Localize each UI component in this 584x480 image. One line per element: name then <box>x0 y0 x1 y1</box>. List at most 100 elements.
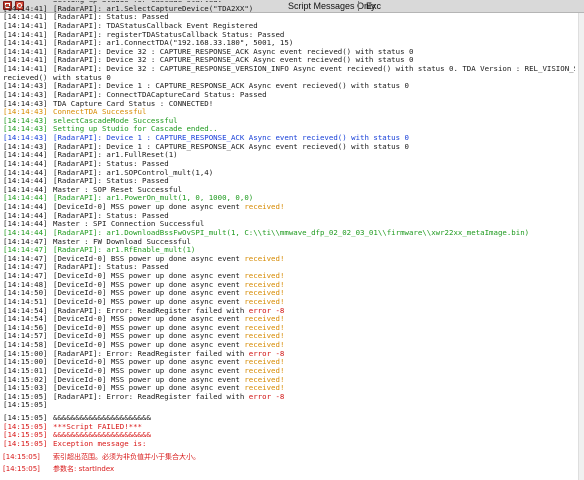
log-line: [14:15:05] 参数名: startIndex <box>3 465 575 474</box>
log-message-text: [RadarAPI]: Status: Passed <box>53 159 169 168</box>
log-message-text: Exception message is: <box>53 439 147 448</box>
log-message: [DeviceId-0] MSS power up done async eve… <box>53 203 284 212</box>
log-message-text: [RadarAPI]: ConnectTDACaptureCard Status… <box>53 90 267 99</box>
log-timestamp: [14:14:47] <box>3 254 48 263</box>
log-message: 索引超出范围。必须为非负值并小于集合大小。 <box>53 453 200 462</box>
log-timestamp: [14:14:50] <box>3 289 48 298</box>
log-timestamp: [14:14:41] <box>3 56 48 65</box>
received-status-text: received! <box>244 341 285 349</box>
log-message: ConnectTDA Successful <box>53 108 146 117</box>
log-message: [DeviceId-0] MSS power up done async eve… <box>53 376 284 385</box>
log-timestamp: [14:14:44] <box>3 151 48 160</box>
log-message-text: [DeviceId-0] BSS power up done async eve… <box>53 254 245 263</box>
received-status-text: received! <box>244 375 285 384</box>
log-line: [14:14:41] [RadarAPI]: Status: Passed <box>3 13 575 22</box>
log-message-text: [RadarAPI]: ar1.DownloadBssFwOvSPI_mult(… <box>53 228 530 237</box>
log-line: [14:15:05] Exception message is: <box>3 440 575 449</box>
log-message-text: [RadarAPI]: Status: Passed <box>53 263 169 272</box>
log-line: [14:15:03] [DeviceId-0] MSS power up done… <box>3 384 575 393</box>
log-line: [14:14:41] [RadarAPI]: Device 32 : CAPTUR… <box>3 65 575 74</box>
log-line: [14:14:41] [RadarAPI]: TDAStatusCallback … <box>3 22 575 31</box>
log-line: [14:15:05] ***Script FAILED!*** <box>3 423 575 432</box>
log-message-text: Master : FW Download Successful <box>53 237 191 246</box>
log-message: Exception message is: <box>53 440 146 449</box>
log-message-text: [DeviceId-0] MSS power up done async eve… <box>53 280 245 289</box>
log-message: [RadarAPI]: ar1.SOPControl_mult(1,4) <box>53 169 213 178</box>
log-timestamp: [14:15:05] <box>3 431 48 440</box>
log-message-text: ***Script FAILED!*** <box>53 422 142 431</box>
log-timestamp: [14:14:41] <box>3 30 48 39</box>
log-message-text: Setting up Studio for Cascade ended.. <box>53 125 218 134</box>
log-timestamp: [14:15:05] <box>3 439 48 448</box>
log-message: with status 0 <box>53 74 111 83</box>
log-message: TDA Capture Card Status : CONNECTED! <box>53 100 213 109</box>
vertical-scrollbar[interactable] <box>578 13 584 480</box>
log-timestamp: [14:14:41] <box>3 47 48 56</box>
log-message: [RadarAPI]: TDAStatusCallback Event Regi… <box>53 22 258 31</box>
log-timestamp: [14:14:58] <box>3 341 48 349</box>
log-line: [14:14:54] [RadarAPI]: Error: ReadRegiste… <box>3 307 575 316</box>
error-code-text: error -8 <box>248 392 285 401</box>
log-message: [DeviceId-0] BSS power up done async eve… <box>53 255 284 264</box>
log-message-text: [RadarAPI]: TDAStatusCallback Event Regi… <box>53 21 258 30</box>
log-timestamp: [14:14:41] <box>3 65 48 73</box>
log-message: Setting up Studio for Cascade ended.. <box>53 125 218 134</box>
log-timestamp: [14:14:43] <box>3 90 48 99</box>
log-message-text: with status 0 <box>53 73 111 82</box>
log-timestamp: [14:14:44] <box>3 203 48 211</box>
log-timestamp: [14:15:05] <box>3 414 48 422</box>
log-line: [14:14:47] [DeviceId-0] MSS power up done… <box>3 272 575 281</box>
log-timestamp: [14:15:03] <box>3 384 48 393</box>
log-message: [RadarAPI]: ConnectTDACaptureCard Status… <box>53 91 267 100</box>
log-timestamp: [14:14:44] <box>3 159 48 168</box>
log-timestamp: [14:14:41] <box>3 21 48 30</box>
log-message-text: [RadarAPI]: Status: Passed <box>53 13 169 22</box>
log-message-text: [RadarAPI]: ar1.SOPControl_mult(1,4) <box>53 168 214 177</box>
log-timestamp: [14:15:05] <box>3 422 48 431</box>
log-message: [RadarAPI]: Status: Passed <box>53 160 169 169</box>
log-message-text: [RadarAPI]: registerTDAStatusCallback St… <box>53 30 285 39</box>
log-message: [RadarAPI]: ar1.SelectCaptureDevice("TDA… <box>53 5 253 14</box>
log-line: [14:14:50] [DeviceId-0] MSS power up done… <box>3 289 575 298</box>
log-line: [14:15:01] [DeviceId-0] MSS power up done… <box>3 367 575 376</box>
log-timestamp: [14:14:47] <box>3 237 48 246</box>
log-message: [RadarAPI]: Status: Passed <box>53 177 169 186</box>
log-message-text: Setting up Studio for Cascade started. <box>53 1 222 4</box>
log-message: [DeviceId-0] MSS power up done async eve… <box>53 367 284 376</box>
log-timestamp: [14:14:56] <box>3 323 48 332</box>
received-status-text: received! <box>244 280 285 289</box>
log-message-text: [RadarAPI]: ar1.ConnectTDA("192.168.33.1… <box>53 39 294 48</box>
log-message-text: [RadarAPI]: Error: ReadRegister failed w… <box>53 349 249 358</box>
log-message: [RadarAPI]: Device 32 : CAPTURE_RESPONSE… <box>53 48 413 57</box>
log-line: [14:14:47] [DeviceId-0] BSS power up done… <box>3 255 575 264</box>
log-timestamp: [14:14:43] <box>3 134 48 142</box>
log-line: [14:14:41] [RadarAPI]: ar1.SelectCaptureD… <box>3 5 575 14</box>
log-message-text: [RadarAPI]: ar1.PowerOn_mult(1, 0, 1000,… <box>53 194 254 203</box>
log-message-text: [DeviceId-0] MSS power up done async eve… <box>53 341 245 349</box>
log-line: [14:14:43] Setting up Studio for Cascade … <box>3 125 575 134</box>
log-message-text: [RadarAPI]: Device 1 : CAPTURE_RESPONSE_… <box>53 82 409 91</box>
log-line: [14:14:41] [RadarAPI]: Device 32 : CAPTUR… <box>3 48 575 57</box>
log-line: [14:14:44] [RadarAPI]: ar1.SOPControl_mul… <box>3 169 575 178</box>
log-message: [DeviceId-0] MSS power up done async eve… <box>53 332 284 341</box>
log-message: [DeviceId-0] MSS power up done async eve… <box>53 298 284 307</box>
log-line: [14:14:44] Master : SPI Connection Succes… <box>3 220 575 229</box>
log-message-text: [DeviceId-0] MSS power up done async eve… <box>53 297 245 306</box>
log-message-text: 参数名: startIndex <box>53 465 115 474</box>
log-line: [14:14:41] [RadarAPI]: Device 32 : CAPTUR… <box>3 56 575 65</box>
log-timestamp: [14:14:57] <box>3 332 48 341</box>
log-message: selectCascadeMode Successful <box>53 117 178 126</box>
output-log[interactable]: Setting up Studio for Cascade started.[1… <box>3 1 575 478</box>
log-timestamp: [14:14:43] <box>3 108 48 117</box>
log-timestamp: [14:14:41] <box>3 13 48 22</box>
log-line: [14:15:05] <box>3 401 575 410</box>
log-message: [RadarAPI]: Status: Passed <box>53 263 169 272</box>
log-message-text: [DeviceId-0] MSS power up done async eve… <box>53 315 245 324</box>
received-status-text: received! <box>244 203 285 211</box>
log-message-text: [DeviceId-0] MSS power up done async eve… <box>53 366 245 375</box>
received-status-text: received! <box>244 315 285 324</box>
log-timestamp: [14:14:43] <box>3 99 48 108</box>
log-line: recieved() with status 0 <box>3 74 575 83</box>
log-line: [14:14:44] [RadarAPI]: Status: Passed <box>3 177 575 186</box>
log-message-text: [RadarAPI]: ar1.SelectCaptureDevice("TDA… <box>53 4 254 13</box>
